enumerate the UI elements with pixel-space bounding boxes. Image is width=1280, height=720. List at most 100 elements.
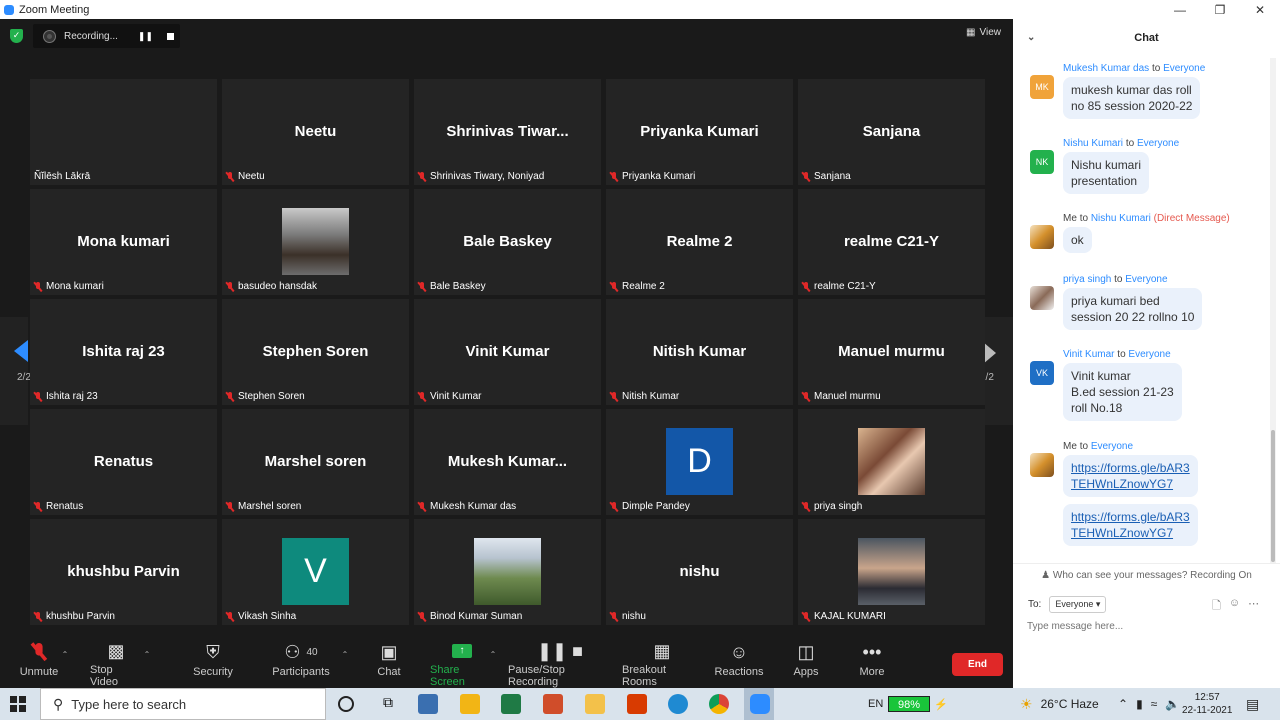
recipient-name[interactable]: Everyone (1163, 63, 1205, 74)
notification-icon[interactable]: ▤ (1246, 688, 1259, 720)
participant-tile[interactable]: Ñĭlēsh Lākrā (30, 79, 217, 185)
link-line[interactable]: https://forms.gle/bAR3 (1071, 510, 1190, 524)
recipient-dropdown[interactable]: Everyone ▾ (1049, 596, 1107, 613)
file-explorer-icon[interactable] (585, 694, 605, 714)
zoom-icon[interactable] (750, 694, 770, 714)
pause-recording-button[interactable]: ❚❚ (138, 31, 153, 42)
view-button[interactable]: ▦ View (966, 27, 1001, 38)
cortana-icon[interactable] (338, 696, 354, 712)
link-line[interactable]: TEHWnLZnowYG7 (1071, 477, 1173, 491)
pause-stop-recording-button[interactable]: ❚❚ ■ Pause/Stop Recording (508, 638, 612, 689)
clock[interactable]: 12:57 22-11-2021 (1182, 688, 1232, 720)
prev-page-arrow-icon[interactable] (14, 340, 28, 362)
encryption-shield-icon[interactable]: ✓ (10, 29, 23, 43)
chat-button[interactable]: ▣ Chat (373, 638, 405, 688)
participant-tile[interactable]: V Vikash Sinha (222, 519, 409, 625)
participant-tile[interactable]: Nitish Kumar Nitish Kumar (606, 299, 793, 405)
breakout-rooms-button[interactable]: ▦ Breakout Rooms (622, 638, 702, 689)
chat-scrollbar-thumb[interactable] (1271, 430, 1275, 562)
message-header: Vinit Kumar to Everyone (1063, 349, 1171, 360)
maximize-button[interactable]: ❐ (1200, 3, 1240, 17)
apps-button[interactable]: ◫ Apps (790, 638, 822, 688)
wifi-icon[interactable]: ≈ (1151, 697, 1158, 711)
recipient-name[interactable]: Everyone (1091, 441, 1133, 452)
participant-tile[interactable]: Realme 2 Realme 2 (606, 189, 793, 295)
minimize-button[interactable]: — (1160, 3, 1200, 17)
chrome-icon[interactable] (709, 694, 729, 714)
video-options-caret[interactable]: ⌃ (142, 638, 152, 688)
sender-name[interactable]: Vinit Kumar (1063, 349, 1115, 360)
participant-tile[interactable]: Mona kumari Mona kumari (30, 189, 217, 295)
sender-name[interactable]: priya singh (1063, 274, 1111, 285)
form-link[interactable]: https://forms.gle/bAR3 TEHWnLZnowYG7 (1071, 461, 1190, 491)
share-options-caret[interactable]: ⌃ (488, 638, 498, 688)
file-icon[interactable]: 🗋 (1212, 597, 1221, 616)
participant-name: Nitish Kumar (622, 391, 680, 402)
close-button[interactable]: ✕ (1240, 3, 1280, 17)
end-meeting-button[interactable]: End (952, 653, 1003, 676)
participant-tile[interactable]: basudeo hansdak (222, 189, 409, 295)
participant-tile[interactable]: Bale Baskey Bale Baskey (414, 189, 601, 295)
weather-widget[interactable]: ☀ 26°C Haze (1020, 688, 1099, 720)
participant-tile[interactable]: D Dimple Pandey (606, 409, 793, 515)
volume-icon[interactable]: 🔈 (1165, 697, 1180, 711)
participants-options-caret[interactable]: ⌃ (340, 638, 350, 688)
participant-tile[interactable]: Neetu Neetu (222, 79, 409, 185)
sender-name[interactable]: Mukesh Kumar das (1063, 63, 1149, 74)
message-line: mukesh kumar das roll (1071, 83, 1192, 97)
participant-tile[interactable]: Binod Kumar Suman (414, 519, 601, 625)
sender-avatar: NK (1030, 150, 1054, 174)
stop-video-button[interactable]: ▩ Stop Video (90, 638, 142, 689)
participant-tile[interactable]: Mukesh Kumar... Mukesh Kumar das (414, 409, 601, 515)
unmute-button[interactable]: Unmute (18, 638, 60, 688)
recipient-name[interactable]: Everyone (1137, 138, 1179, 149)
participant-tile[interactable]: Priyanka Kumari Priyanka Kumari (606, 79, 793, 185)
taskbar-search[interactable]: ⚲ Type here to search (40, 688, 326, 720)
participant-tile[interactable]: Manuel murmu Manuel murmu (798, 299, 985, 405)
sender-name[interactable]: Nishu Kumari (1063, 138, 1123, 149)
reactions-button[interactable]: ☺ Reactions (715, 638, 764, 688)
edge-icon[interactable] (668, 694, 688, 714)
participant-tile[interactable]: khushbu Parvin khushbu Parvin (30, 519, 217, 625)
powerpoint-icon[interactable] (543, 694, 563, 714)
participant-tile[interactable]: nishu nishu (606, 519, 793, 625)
recipient-name[interactable]: Nishu Kumari (1091, 213, 1151, 224)
chat-message-input[interactable] (1027, 621, 1267, 632)
audio-options-caret[interactable]: ⌃ (60, 638, 70, 688)
more-options-icon[interactable]: ⋯ (1248, 597, 1259, 616)
app-icon[interactable] (418, 694, 438, 714)
participant-tile[interactable]: Sanjana Sanjana (798, 79, 985, 185)
link-line[interactable]: https://forms.gle/bAR3 (1071, 461, 1190, 475)
language-indicator[interactable]: EN (868, 688, 883, 720)
store-icon[interactable] (460, 694, 480, 714)
participant-tile[interactable]: Shrinivas Tiwar... Shrinivas Tiwary, Non… (414, 79, 601, 185)
recipient-name[interactable]: Everyone (1128, 349, 1170, 360)
participant-tile[interactable]: Vinit Kumar Vinit Kumar (414, 299, 601, 405)
participant-tile[interactable]: Ishita raj 23 Ishita raj 23 (30, 299, 217, 405)
participant-tile[interactable]: realme C21-Y realme C21-Y (798, 189, 985, 295)
recipient-name[interactable]: Everyone (1125, 274, 1167, 285)
participant-tile[interactable]: priya singh (798, 409, 985, 515)
link-line[interactable]: TEHWnLZnowYG7 (1071, 526, 1173, 540)
task-view-icon[interactable]: ⧉ (378, 694, 398, 714)
participants-button[interactable]: ⚇ 40 Participants (272, 638, 330, 688)
excel-icon[interactable] (501, 694, 521, 714)
security-button[interactable]: ⛨ Security (192, 638, 234, 688)
sender-avatar: MK (1030, 75, 1054, 99)
emoji-icon[interactable]: ☺ (1229, 597, 1240, 616)
battery-tray-icon[interactable]: ▮ (1136, 697, 1143, 711)
chevron-up-icon[interactable]: ⌃ (1118, 697, 1128, 711)
participant-tile[interactable]: KAJAL KUMARI (798, 519, 985, 625)
participant-tile[interactable]: Marshel soren Marshel soren (222, 409, 409, 515)
who-can-see-messages[interactable]: ♟ Who can see your messages? Recording O… (1013, 563, 1280, 587)
battery-indicator[interactable]: 98% (888, 696, 930, 712)
stop-recording-button[interactable] (167, 32, 174, 40)
form-link[interactable]: https://forms.gle/bAR3 TEHWnLZnowYG7 (1071, 510, 1190, 540)
more-button[interactable]: ••• More (856, 638, 888, 688)
share-screen-button[interactable]: ↑ Share Screen (430, 638, 494, 688)
collapse-chevron-icon[interactable]: ⌄ (1027, 19, 1035, 57)
participant-tile[interactable]: Stephen Soren Stephen Soren (222, 299, 409, 405)
participant-tile[interactable]: Renatus Renatus (30, 409, 217, 515)
windows-start-icon[interactable] (10, 696, 26, 712)
office-icon[interactable] (627, 694, 647, 714)
